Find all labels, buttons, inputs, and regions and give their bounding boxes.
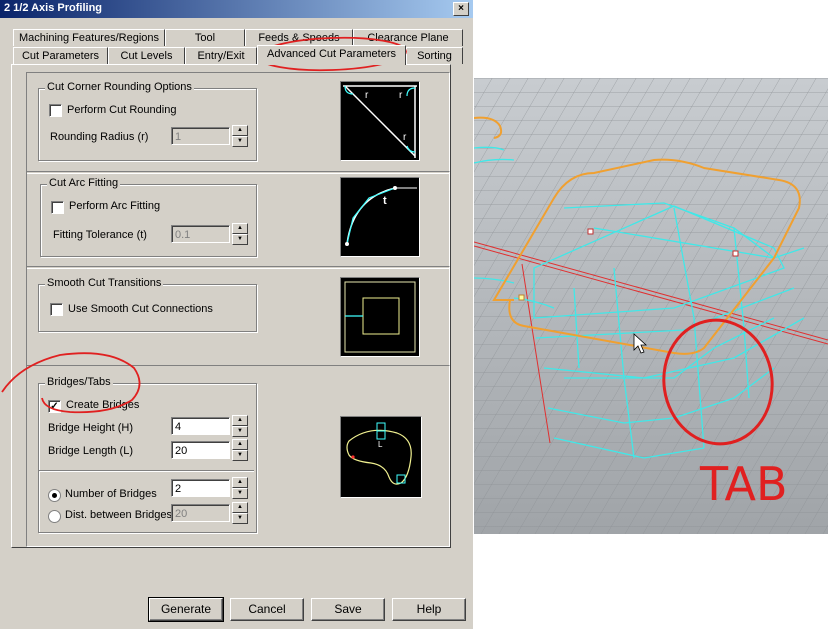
cad-viewport[interactable]	[473, 78, 828, 534]
help-button[interactable]: Help	[392, 598, 466, 621]
window-title: 2 1/2 Axis Profiling	[4, 2, 103, 14]
tab-tool[interactable]: Tool	[165, 29, 245, 46]
close-button[interactable]: ×	[453, 2, 469, 16]
fitting-tolerance-label: Fitting Tolerance (t)	[53, 229, 147, 241]
tab-machining-features[interactable]: Machining Features/Regions	[13, 29, 165, 46]
number-of-bridges-input[interactable]: 2	[171, 479, 230, 497]
svg-text:t: t	[383, 195, 387, 207]
tab-entry-exit[interactable]: Entry/Exit	[185, 47, 257, 64]
bridges-diagram: L	[346, 422, 412, 485]
perform-arc-fitting-checkbox[interactable]	[51, 201, 64, 214]
spin-up-icon[interactable]: ▲	[232, 502, 248, 513]
spin-up-icon[interactable]: ▲	[232, 125, 248, 136]
arc-fitting-title: Cut Arc Fitting	[47, 177, 121, 189]
viewport-scene	[473, 78, 828, 534]
perform-cut-rounding-label: Perform Cut Rounding	[67, 104, 177, 116]
svg-text:r: r	[399, 90, 403, 101]
profiling-dialog: 2 1/2 Axis Profiling × Machining Feature…	[0, 0, 473, 629]
fitting-tolerance-input[interactable]: 0.1	[171, 225, 230, 243]
svg-text:L: L	[378, 440, 383, 449]
number-of-bridges-spinner[interactable]: ▲ ▼	[232, 477, 248, 499]
bridges-preview: L	[340, 416, 422, 498]
create-bridges-label: Create Bridges	[66, 399, 140, 411]
cancel-button[interactable]: Cancel	[230, 598, 304, 621]
bridge-length-label: Bridge Length (L)	[48, 445, 133, 457]
bridge-height-label: Bridge Height (H)	[48, 422, 133, 434]
bridge-length-input[interactable]: 20	[171, 441, 230, 459]
perform-arc-fitting-label: Perform Arc Fitting	[69, 200, 161, 212]
tab-clearance-plane[interactable]: Clearance Plane	[353, 29, 463, 46]
dist-between-bridges-spinner[interactable]: ▲ ▼	[232, 502, 248, 524]
rounding-radius-input[interactable]: 1	[171, 127, 230, 145]
create-bridges-checkbox[interactable]: ✓	[48, 400, 61, 413]
bridges-divider	[39, 470, 254, 472]
tab-advanced-cut-parameters[interactable]: Advanced Cut Parameters	[257, 45, 406, 65]
spin-down-icon[interactable]: ▼	[232, 426, 248, 437]
bridges-title: Bridges/Tabs	[45, 376, 113, 388]
spin-up-icon[interactable]: ▲	[232, 439, 248, 450]
smooth-cut-preview	[340, 277, 420, 357]
spin-down-icon[interactable]: ▼	[232, 488, 248, 499]
spin-up-icon[interactable]: ▲	[232, 477, 248, 488]
perform-cut-rounding-checkbox[interactable]	[49, 104, 62, 117]
svg-text:r: r	[403, 132, 407, 143]
fitting-tolerance-spinner[interactable]: ▲ ▼	[232, 223, 248, 245]
arc-fitting-diagram: t	[345, 186, 417, 246]
spin-up-icon[interactable]: ▲	[232, 223, 248, 234]
bridge-height-input[interactable]: 4	[171, 417, 230, 435]
arc-fitting-group: Cut Arc Fitting	[40, 177, 257, 257]
corner-rounding-group: Cut Corner Rounding Options	[38, 81, 257, 161]
save-button[interactable]: Save	[311, 598, 385, 621]
smooth-cut-title: Smooth Cut Transitions	[45, 277, 164, 289]
dist-between-bridges-radio[interactable]	[48, 510, 61, 523]
svg-text:r: r	[365, 90, 369, 101]
rounding-radius-spinner[interactable]: ▲ ▼	[232, 125, 248, 147]
tab-feeds-speeds[interactable]: Feeds & Speeds	[245, 29, 353, 46]
corner-rounding-preview: r r r	[340, 81, 420, 161]
dist-between-bridges-input[interactable]: 20	[171, 504, 230, 522]
tab-cut-parameters[interactable]: Cut Parameters	[13, 47, 108, 64]
smooth-cut-diagram	[344, 281, 416, 353]
number-of-bridges-label: Number of Bridges	[65, 488, 157, 500]
spin-up-icon[interactable]: ▲	[232, 415, 248, 426]
use-smooth-cut-checkbox[interactable]	[50, 303, 63, 316]
tab-sorting[interactable]: Sorting	[406, 47, 463, 64]
title-bar[interactable]: 2 1/2 Axis Profiling ×	[0, 0, 473, 18]
dist-between-bridges-label: Dist. between Bridges	[65, 509, 172, 521]
spin-down-icon[interactable]: ▼	[232, 234, 248, 245]
use-smooth-cut-label: Use Smooth Cut Connections	[68, 303, 213, 315]
rounding-radius-label: Rounding Radius (r)	[50, 131, 149, 143]
number-of-bridges-radio[interactable]	[48, 489, 61, 502]
spin-down-icon[interactable]: ▼	[232, 136, 248, 147]
corner-rounding-title: Cut Corner Rounding Options	[45, 81, 194, 93]
tab-cut-levels[interactable]: Cut Levels	[108, 47, 185, 64]
bridge-height-spinner[interactable]: ▲ ▼	[232, 415, 248, 437]
arc-fitting-preview: t	[340, 177, 420, 257]
generate-button[interactable]: Generate	[148, 597, 224, 622]
spin-down-icon[interactable]: ▼	[232, 450, 248, 461]
spin-down-icon[interactable]: ▼	[232, 513, 248, 524]
bridge-length-spinner[interactable]: ▲ ▼	[232, 439, 248, 461]
corner-rounding-diagram: r r r	[343, 85, 417, 158]
